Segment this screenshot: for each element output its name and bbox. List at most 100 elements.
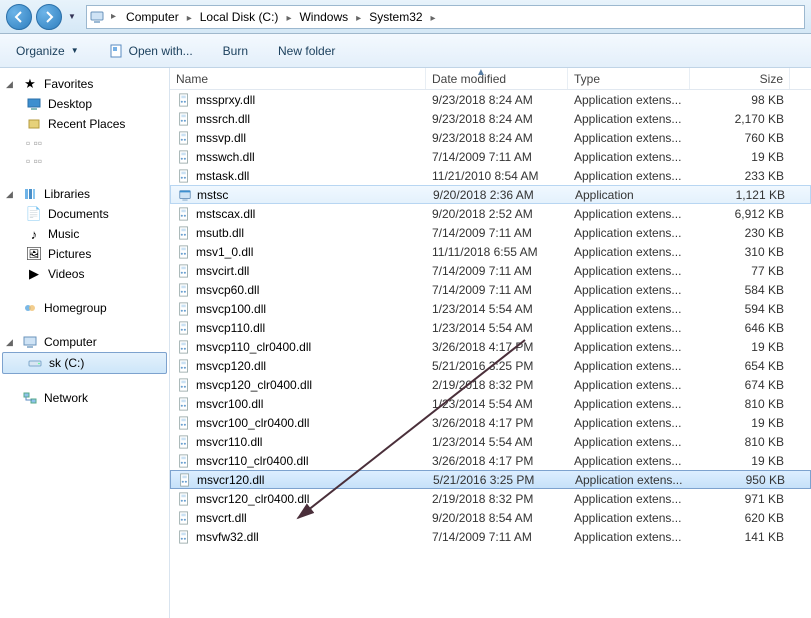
file-size: 19 KB	[690, 340, 790, 354]
table-row[interactable]: mssrch.dll9/23/2018 8:24 AMApplication e…	[170, 109, 811, 128]
column-header-date[interactable]: Date modified	[426, 68, 568, 89]
table-row[interactable]: mstask.dll11/21/2010 8:54 AMApplication …	[170, 166, 811, 185]
table-row[interactable]: mstscax.dll9/20/2018 2:52 AMApplication …	[170, 204, 811, 223]
file-size: 594 KB	[690, 302, 790, 316]
table-row[interactable]: msvcirt.dll7/14/2009 7:11 AMApplication …	[170, 261, 811, 280]
table-row[interactable]: msvcp100.dll1/23/2014 5:54 AMApplication…	[170, 299, 811, 318]
file-date: 7/14/2009 7:11 AM	[426, 264, 568, 278]
dll-file-icon	[176, 206, 192, 222]
file-size: 2,170 KB	[690, 112, 790, 126]
main-pane: ◢ ★ Favorites Desktop Recent Places ▫ ▫▫…	[0, 68, 811, 618]
sidebar-item-label: Pictures	[48, 247, 91, 261]
file-size: 584 KB	[690, 283, 790, 297]
open-with-icon	[109, 43, 125, 59]
file-name: msvcr120_clr0400.dll	[196, 492, 309, 506]
favorites-header[interactable]: ◢ ★ Favorites	[2, 74, 167, 94]
file-name: mssprxy.dll	[196, 93, 255, 107]
sidebar-item-documents[interactable]: 📄Documents	[2, 204, 167, 224]
sidebar-item-label: sk (C:)	[49, 356, 84, 370]
table-row[interactable]: msvcr110_clr0400.dll3/26/2018 4:17 PMApp…	[170, 451, 811, 470]
file-date: 3/26/2018 4:17 PM	[426, 340, 568, 354]
sidebar-item-blurred[interactable]: ▫ ▫▫	[2, 152, 167, 170]
sidebar-item-desktop[interactable]: Desktop	[2, 94, 167, 114]
new-folder-label: New folder	[278, 44, 335, 58]
burn-button[interactable]: Burn	[217, 41, 254, 61]
table-row[interactable]: msswch.dll7/14/2009 7:11 AMApplication e…	[170, 147, 811, 166]
table-row[interactable]: msutb.dll7/14/2009 7:11 AMApplication ex…	[170, 223, 811, 242]
network-header[interactable]: ▸ Network	[2, 388, 167, 408]
file-date: 1/23/2014 5:54 AM	[426, 397, 568, 411]
column-header-size[interactable]: Size	[690, 68, 790, 89]
table-row[interactable]: mssvp.dll9/23/2018 8:24 AMApplication ex…	[170, 128, 811, 147]
chevron-right-icon: ▸	[282, 13, 295, 24]
organize-button[interactable]: Organize ▼	[10, 41, 85, 61]
table-row[interactable]: msvcp110.dll1/23/2014 5:54 AMApplication…	[170, 318, 811, 337]
file-name: msv1_0.dll	[196, 245, 253, 259]
collapse-icon: ◢	[6, 189, 16, 200]
table-row[interactable]: msvcr100_clr0400.dll3/26/2018 4:17 PMApp…	[170, 413, 811, 432]
forward-button[interactable]	[36, 4, 62, 30]
table-row[interactable]: msvcp120_clr0400.dll2/19/2018 8:32 PMApp…	[170, 375, 811, 394]
breadcrumb-item[interactable]: Windows	[295, 10, 352, 24]
network-icon	[22, 390, 38, 406]
dll-file-icon	[176, 339, 192, 355]
table-row[interactable]: msvcr110.dll1/23/2014 5:54 AMApplication…	[170, 432, 811, 451]
file-name: msvfw32.dll	[196, 530, 259, 544]
computer-header[interactable]: ◢ Computer	[2, 332, 167, 352]
dll-file-icon	[176, 263, 192, 279]
dll-file-icon	[176, 149, 192, 165]
sidebar-item-music[interactable]: ♪Music	[2, 224, 167, 244]
dll-file-icon	[176, 282, 192, 298]
table-row[interactable]: msvcp60.dll7/14/2009 7:11 AMApplication …	[170, 280, 811, 299]
sidebar-item-local-disk-c[interactable]: sk (C:)	[2, 352, 167, 374]
desktop-icon	[26, 96, 42, 112]
table-row[interactable]: mssprxy.dll9/23/2018 8:24 AMApplication …	[170, 90, 811, 109]
table-row[interactable]: msvcrt.dll9/20/2018 8:54 AMApplication e…	[170, 508, 811, 527]
new-folder-button[interactable]: New folder	[272, 41, 341, 61]
file-type: Application extens...	[569, 473, 691, 487]
sidebar-item-pictures[interactable]: 🖼Pictures	[2, 244, 167, 264]
table-row[interactable]: msv1_0.dll11/11/2018 6:55 AMApplication …	[170, 242, 811, 261]
table-row[interactable]: msvcr120.dll5/21/2016 3:25 PMApplication…	[170, 470, 811, 489]
file-size: 674 KB	[690, 378, 790, 392]
file-size: 77 KB	[690, 264, 790, 278]
sidebar-item-videos[interactable]: ▶Videos	[2, 264, 167, 284]
dll-file-icon	[176, 225, 192, 241]
homegroup-header[interactable]: ▸ Homegroup	[2, 298, 167, 318]
sidebar-item-blurred[interactable]: ▫ ▫▫	[2, 134, 167, 152]
file-rows[interactable]: mssprxy.dll9/23/2018 8:24 AMApplication …	[170, 90, 811, 618]
table-row[interactable]: mstsc9/20/2018 2:36 AMApplication1,121 K…	[170, 185, 811, 204]
breadcrumb-item[interactable]: System32	[365, 10, 426, 24]
sidebar-item-recent-places[interactable]: Recent Places	[2, 114, 167, 134]
file-name: msutb.dll	[196, 226, 244, 240]
dll-file-icon	[176, 491, 192, 507]
libraries-header[interactable]: ◢ Libraries	[2, 184, 167, 204]
column-header-type[interactable]: Type	[568, 68, 690, 89]
file-name: msvcp120_clr0400.dll	[196, 378, 312, 392]
file-date: 2/19/2018 8:32 PM	[426, 378, 568, 392]
file-name: msvcr110.dll	[196, 435, 262, 449]
network-label: Network	[44, 391, 88, 405]
dll-file-icon	[176, 358, 192, 374]
breadcrumb[interactable]: ▸ Computer▸Local Disk (C:)▸Windows▸Syste…	[86, 5, 805, 29]
table-row[interactable]: msvcr120_clr0400.dll2/19/2018 8:32 PMApp…	[170, 489, 811, 508]
music-icon: ♪	[26, 226, 42, 242]
file-date: 3/26/2018 4:17 PM	[426, 454, 568, 468]
nav-history-dropdown[interactable]: ▼	[66, 4, 78, 30]
file-type: Application extens...	[568, 397, 690, 411]
file-size: 1,121 KB	[691, 188, 791, 202]
file-name: msvcr100_clr0400.dll	[196, 416, 309, 430]
back-button[interactable]	[6, 4, 32, 30]
file-size: 810 KB	[690, 435, 790, 449]
breadcrumb-item[interactable]: Local Disk (C:)	[196, 10, 283, 24]
table-row[interactable]: msvcr100.dll1/23/2014 5:54 AMApplication…	[170, 394, 811, 413]
file-date: 9/20/2018 2:52 AM	[426, 207, 568, 221]
table-row[interactable]: msvfw32.dll7/14/2009 7:11 AMApplication …	[170, 527, 811, 546]
dll-file-icon	[176, 320, 192, 336]
file-name: mssrch.dll	[196, 112, 250, 126]
column-header-name[interactable]: Name	[170, 68, 426, 89]
table-row[interactable]: msvcp120.dll5/21/2016 3:25 PMApplication…	[170, 356, 811, 375]
breadcrumb-item[interactable]: Computer	[122, 10, 183, 24]
open-with-button[interactable]: Open with...	[103, 40, 199, 62]
table-row[interactable]: msvcp110_clr0400.dll3/26/2018 4:17 PMApp…	[170, 337, 811, 356]
